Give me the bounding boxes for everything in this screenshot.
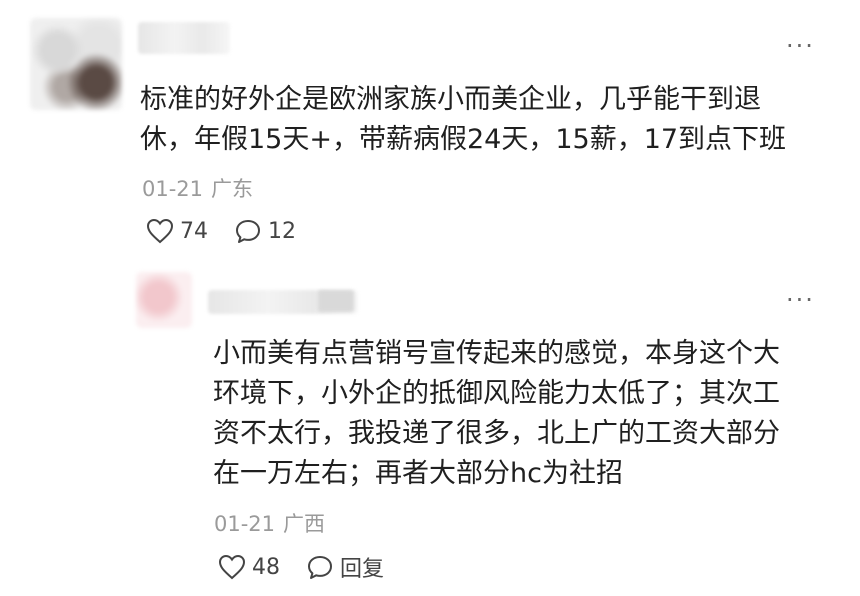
reply-text-line: 在一万左右；再者大部分hc为社招 [213, 458, 623, 489]
replier-avatar[interactable] [136, 272, 192, 328]
comment-text-line: 标准的好外企是欧洲家族小而美企业，几乎能干到退 [140, 84, 761, 115]
reply-meta: 01-21 广西 [214, 508, 325, 538]
reply-like-count: 48 [252, 554, 280, 580]
heart-outline-icon [218, 554, 246, 580]
reply-more-options-icon[interactable]: ··· [786, 288, 815, 312]
comment-date: 01-21 [142, 177, 204, 201]
reply-text-line: 环境下，小外企的抵御风险能力太低了；其次工 [213, 378, 780, 409]
reply-text-line: 小而美有点营销号宣传起来的感觉，本身这个大 [213, 338, 780, 369]
speech-bubble-icon [236, 220, 260, 243]
comment-meta: 01-21 广东 [142, 173, 253, 203]
reply-location: 广西 [283, 512, 326, 536]
reply-reply-button[interactable]: 回复 [306, 551, 384, 583]
comment-actions: 74 12 [146, 218, 322, 244]
reply-text: 小而美有点营销号宣传起来的感觉，本身这个大 环境下，小外企的抵御风险能力太低了；… [213, 334, 813, 494]
like-button[interactable]: 74 [146, 218, 208, 244]
reply-text-line: 资不太行，我投递了很多，北上广的工资大部分 [213, 418, 780, 449]
more-options-icon[interactable]: ··· [786, 34, 815, 58]
commenter-avatar[interactable] [30, 18, 122, 110]
reply-label: 回复 [340, 557, 385, 582]
speech-bubble-icon [308, 556, 332, 579]
reply-actions: 48 回复 [218, 551, 410, 583]
comment-location: 广东 [211, 177, 254, 201]
comment-text: 标准的好外企是欧洲家族小而美企业，几乎能干到退 休，年假15天+，带薪病假24天… [140, 80, 810, 160]
reply-like-button[interactable]: 48 [218, 554, 280, 580]
reply-button[interactable]: 12 [234, 218, 296, 244]
reply-date: 01-21 [214, 512, 276, 536]
replier-tag-blurred [318, 290, 354, 312]
heart-outline-icon [146, 218, 174, 244]
comment-text-line: 休，年假15天+，带薪病假24天，15薪，17到点下班 [140, 124, 787, 155]
commenter-username-blurred[interactable] [138, 22, 230, 54]
like-count: 74 [180, 218, 208, 244]
reply-count: 12 [268, 218, 296, 244]
